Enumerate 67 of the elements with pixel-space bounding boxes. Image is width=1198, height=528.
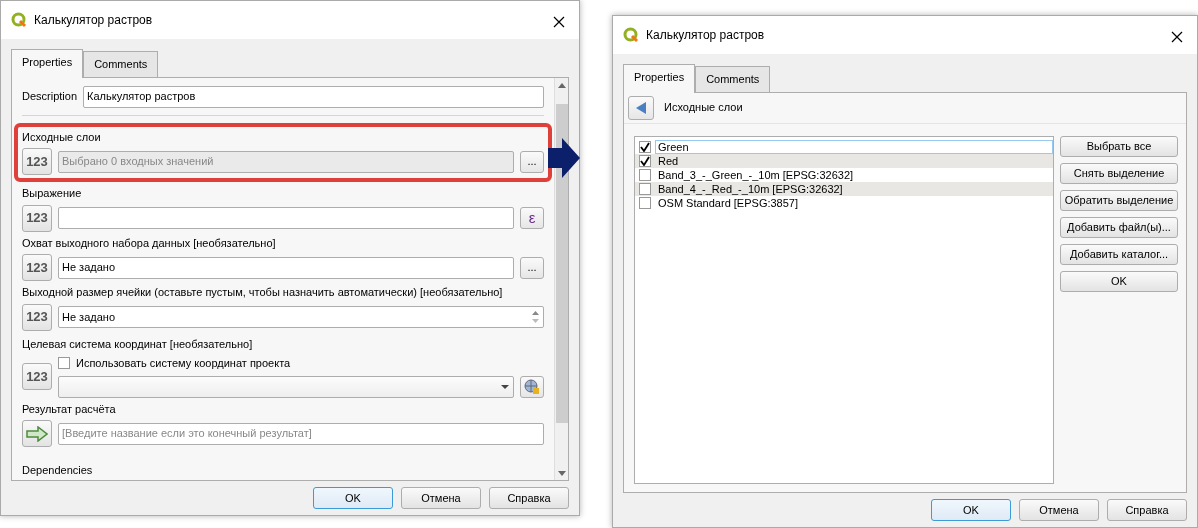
- field-label: Охват выходного набора данных [необязательно]: [22, 235, 277, 251]
- field-label: Выражение: [22, 186, 83, 201]
- side-button[interactable]: Выбрать все: [1060, 135, 1178, 157]
- spin-arrows-icon[interactable]: [531, 309, 540, 325]
- extent-button[interactable]: ...: [520, 256, 544, 279]
- field-value: Не задано: [62, 309, 116, 325]
- field-label: Выходной размер ячейки (оставьте пустым, чтобы назначить автоматически) [необязательно]: [22, 285, 504, 300]
- app-logo-icon: [11, 12, 27, 28]
- data-defined-button[interactable]: 123: [22, 204, 52, 232]
- tab[interactable]: Properties: [11, 49, 84, 78]
- arrow-icon: [26, 425, 48, 442]
- output-field[interactable]: [Введите название если это конечный результат]: [58, 422, 544, 445]
- field-label: Результат расчёта: [22, 401, 117, 417]
- dialog-button[interactable]: OK: [931, 499, 1011, 521]
- checkbox[interactable]: [639, 154, 651, 167]
- window-title: Калькулятор растров: [34, 12, 154, 29]
- globe-icon: [524, 378, 540, 395]
- app-logo-icon: [623, 27, 639, 43]
- side-button[interactable]: Добавить файл(ы)...: [1060, 216, 1178, 238]
- back-icon: [635, 100, 647, 115]
- expression-field[interactable]: [58, 207, 514, 229]
- checkbox[interactable]: [639, 168, 651, 181]
- expression-button[interactable]: ε: [520, 207, 544, 229]
- field-label: Целевая система координат [необязательно]: [22, 336, 254, 352]
- side-button[interactable]: OK: [1060, 270, 1178, 292]
- dialog-button[interactable]: OK: [313, 487, 393, 509]
- arrow-icon: [548, 138, 580, 178]
- checkbox-label: Использовать систему координат проекта: [76, 356, 291, 371]
- data-defined-button[interactable]: 123: [22, 254, 52, 281]
- tab[interactable]: Comments: [695, 66, 771, 92]
- side-button[interactable]: Обратить выделение: [1060, 189, 1178, 211]
- dialog-button[interactable]: Справка: [489, 487, 569, 509]
- check-icon: [640, 155, 650, 166]
- scroll-up-icon[interactable]: [557, 82, 566, 88]
- checkbox[interactable]: [639, 140, 651, 153]
- scroll-down-icon[interactable]: [557, 471, 566, 476]
- number-spinbox[interactable]: Не задано: [58, 306, 544, 328]
- field-label: Исходные слои: [22, 129, 102, 145]
- layer-row[interactable]: Band_4_-_Red_-_10m [EPSG:32632]: [635, 181, 1053, 196]
- scrollbar[interactable]: [554, 77, 568, 480]
- description-field[interactable]: Калькулятор растров: [83, 85, 544, 108]
- layer-row[interactable]: Band_3_-_Green_-_10m [EPSG:32632]: [635, 167, 1053, 182]
- side-button[interactable]: Добавить каталог...: [1060, 243, 1178, 265]
- dialog-button[interactable]: Отмена: [401, 487, 481, 509]
- check-icon: [640, 141, 650, 152]
- field-label: Description: [22, 89, 78, 105]
- checkbox[interactable]: [639, 182, 651, 195]
- window-title: Калькулятор растров: [646, 27, 766, 44]
- back-button[interactable]: [628, 95, 654, 120]
- data-defined-button[interactable]: 123: [22, 303, 52, 331]
- side-button[interactable]: Снять выделение: [1060, 162, 1178, 184]
- layer-row[interactable]: OSM Standard [EPSG:3857]: [635, 195, 1053, 210]
- checkbox[interactable]: [639, 196, 651, 209]
- panel-heading: Исходные слои: [664, 100, 743, 116]
- placeholder-text: [Введите название если это конечный результат]: [62, 426, 312, 442]
- section-heading: Dependencies: [22, 463, 94, 478]
- extent-field[interactable]: Не задано: [58, 256, 514, 279]
- output-options-button[interactable]: [22, 420, 52, 447]
- caret-icon: [500, 383, 510, 390]
- checkbox[interactable]: [58, 357, 70, 370]
- crs-select-button[interactable]: [520, 375, 544, 398]
- dialog-button[interactable]: Справка: [1107, 499, 1187, 521]
- tab[interactable]: Comments: [83, 51, 159, 77]
- data-defined-button[interactable]: 123: [22, 362, 52, 390]
- crs-dropdown[interactable]: [58, 375, 514, 398]
- tab[interactable]: Properties: [623, 64, 696, 93]
- dialog-button[interactable]: Отмена: [1019, 499, 1099, 521]
